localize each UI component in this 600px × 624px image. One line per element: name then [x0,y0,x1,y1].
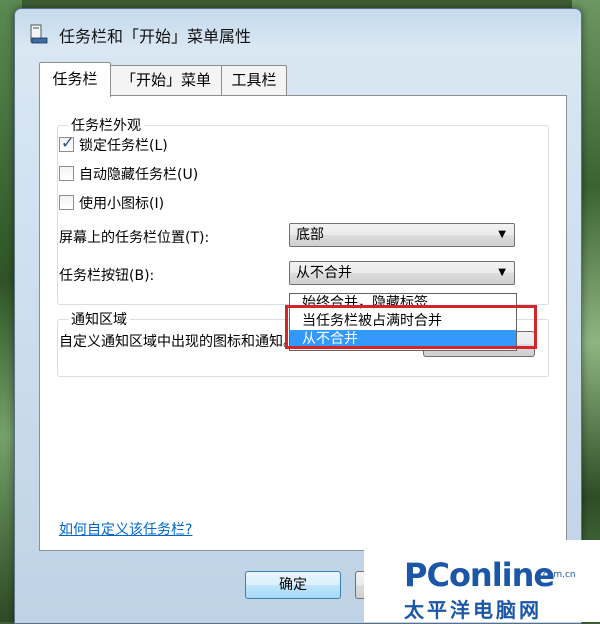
taskbar-buttons-value: 从不合并 [296,265,352,281]
taskbar-buttons-select[interactable]: 从不合并 ▼ [289,261,515,285]
auto-hide-checkbox[interactable] [59,166,74,181]
watermark-domain: .com.cn [540,570,576,580]
notification-description: 自定义通知区域中出现的图标和通知。 [59,334,297,350]
taskbar-buttons-label: 任务栏按钮(B): [59,268,155,284]
dropdown-arrow-icon: ▼ [498,229,506,240]
tab-start-menu[interactable]: 「开始」菜单 [109,65,223,96]
taskbar-properties-icon [30,24,48,44]
lock-taskbar-checkbox[interactable]: ✓ [59,133,74,152]
small-icons-checkbox[interactable] [59,195,74,210]
dropdown-arrow-icon: ▼ [498,267,506,278]
annotation-highlight-box [285,305,537,349]
pconline-watermark: PConline .com.cn 太平洋电脑网 [364,540,600,622]
window-title: 任务栏和「开始」菜单属性 [59,27,252,46]
lock-taskbar-label[interactable]: 锁定任务栏(L) [79,135,168,155]
tab-taskbar[interactable]: 任务栏 [39,62,111,97]
auto-hide-label[interactable]: 自动隐藏任务栏(U) [79,164,198,184]
small-icons-label[interactable]: 使用小图标(I) [79,193,164,213]
title-bar[interactable]: 任务栏和「开始」菜单属性 [15,9,581,55]
watermark-brand: PConline [404,556,555,594]
taskbar-location-value: 底部 [296,227,324,243]
properties-dialog: 任务栏和「开始」菜单属性 任务栏 「开始」菜单 工具栏 任务栏外观 ✓ 锁定任务… [14,8,582,624]
watermark-chinese: 太平洋电脑网 [404,598,542,622]
group-label-appearance: 任务栏外观 [68,115,144,135]
tab-toolbars[interactable]: 工具栏 [221,65,287,96]
checkmark-icon: ✓ [61,133,75,152]
help-link[interactable]: 如何自定义该任务栏? [59,519,192,539]
taskbar-location-label: 屏幕上的任务栏位置(T): [59,230,210,246]
taskbar-location-select[interactable]: 底部 ▼ [289,223,515,247]
group-label-notification: 通知区域 [68,309,130,329]
ok-button[interactable]: 确定 [245,571,341,599]
